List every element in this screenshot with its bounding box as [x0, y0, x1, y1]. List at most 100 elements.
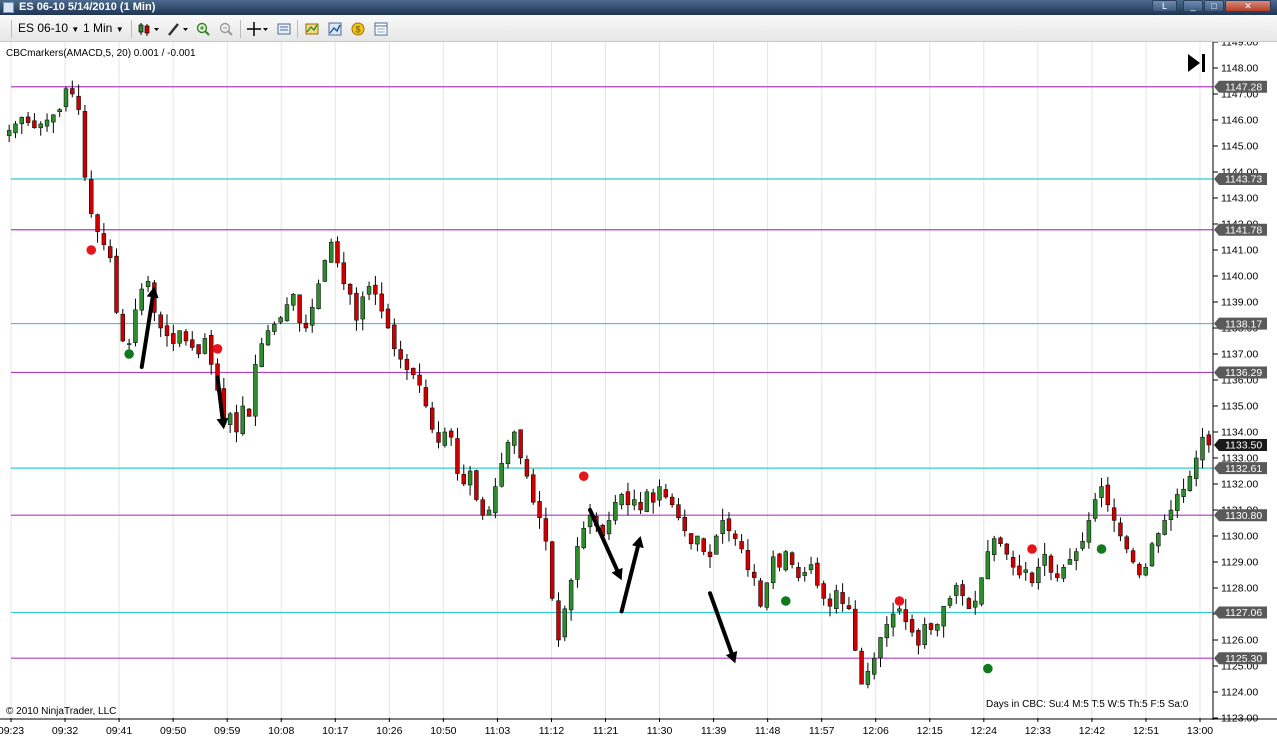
up-candle: [613, 501, 618, 521]
up-candle: [606, 520, 612, 535]
up-candle: [322, 260, 328, 282]
down-candle: [70, 88, 75, 95]
up-candle: [360, 296, 365, 320]
down-candle: [821, 583, 826, 599]
down-candle: [379, 293, 384, 312]
down-candle: [429, 407, 435, 430]
down-candle: [682, 516, 687, 532]
down-candle: [663, 489, 669, 498]
up-candle: [720, 520, 725, 535]
down-candle: [209, 334, 214, 365]
crosshair-icon[interactable]: [246, 21, 270, 37]
down-candle: [1048, 555, 1054, 573]
price-tick-label: 1143.00: [1221, 193, 1258, 205]
time-tick-label: 12:51: [1133, 725, 1159, 737]
properties-icon[interactable]: $: [350, 21, 366, 37]
down-candle: [89, 179, 94, 214]
up-candle: [657, 486, 662, 501]
link-button[interactable]: L: [1152, 0, 1177, 12]
price-tick-label: 1149.00: [1221, 42, 1258, 49]
down-candle: [859, 650, 864, 685]
price-level-label: 1136.29: [1225, 367, 1262, 379]
down-candle: [1017, 565, 1022, 576]
down-candle: [335, 241, 340, 264]
data-box-icon[interactable]: [276, 21, 292, 37]
down-candle: [707, 551, 713, 558]
indicators-icon[interactable]: [304, 21, 320, 37]
price-level-label: 1127.06: [1225, 607, 1262, 619]
interval-selector[interactable]: 1 Min ▼: [83, 20, 124, 37]
down-candle: [739, 541, 744, 550]
down-candle: [960, 584, 965, 597]
down-candle: [436, 432, 441, 443]
price-level-label: 1130.80: [1225, 510, 1262, 522]
green-signal-dot: [1096, 544, 1107, 554]
up-candle: [177, 330, 182, 344]
price-chart[interactable]: 1123.001124.001125.001126.001127.001128.…: [0, 42, 1277, 744]
up-candle: [19, 117, 24, 125]
up-candle: [467, 470, 473, 486]
up-candle: [644, 491, 650, 512]
down-candle: [853, 608, 858, 651]
up-candle: [366, 286, 372, 295]
up-candle: [1086, 520, 1092, 543]
maximize-button[interactable]: □: [1204, 0, 1224, 12]
up-candle: [922, 624, 927, 645]
up-candle: [1074, 551, 1079, 561]
bar-type-icon[interactable]: [137, 21, 161, 37]
zoom-in-icon[interactable]: [195, 21, 211, 37]
down-candle: [745, 550, 751, 571]
price-level-label: 1132.61: [1225, 463, 1262, 475]
down-candle: [417, 374, 422, 386]
down-candle: [669, 496, 675, 506]
down-candle: [1010, 557, 1016, 568]
down-candle: [385, 308, 391, 329]
price-tick-label: 1145.00: [1221, 141, 1258, 153]
red-signal-dot: [578, 471, 589, 482]
down-candle: [120, 313, 126, 342]
chevron-down-icon: ▼: [115, 25, 124, 34]
down-candle: [1004, 543, 1009, 555]
down-candle: [411, 367, 416, 376]
close-button[interactable]: ✕: [1225, 0, 1271, 12]
down-candle: [1055, 573, 1060, 578]
window-title-bar: ES 06-10 5/14/2010 (1 Min) L _ □ ✕: [0, 0, 1277, 15]
down-candle: [549, 541, 555, 599]
down-candle: [164, 325, 170, 337]
down-candle: [676, 504, 681, 519]
down-candle: [701, 538, 706, 552]
chart-toolbar: ES 06-10 ▼ 1 Min ▼ $: [0, 15, 1277, 42]
price-level-label: 1125.30: [1225, 653, 1262, 665]
green-signal-dot: [983, 663, 993, 674]
time-tick-label: 12:42: [1079, 725, 1105, 737]
up-candle: [1187, 475, 1193, 492]
drawing-tool-icon[interactable]: [166, 21, 190, 37]
up-candle: [897, 608, 902, 612]
up-candle: [44, 119, 50, 127]
strategies-icon[interactable]: [327, 21, 343, 37]
chart-background: [0, 42, 1277, 744]
up-candle: [764, 582, 770, 608]
up-candle: [145, 280, 151, 288]
up-candle: [272, 323, 277, 332]
down-candle: [1118, 522, 1123, 537]
down-candle: [650, 492, 656, 503]
time-tick-label: 09:59: [214, 725, 240, 737]
green-signal-dot: [124, 349, 134, 359]
down-candle: [392, 324, 397, 350]
interval-label: 1 Min: [83, 21, 113, 35]
minimize-button[interactable]: _: [1183, 0, 1203, 12]
price-tick-label: 1146.00: [1221, 115, 1258, 127]
instrument-selector[interactable]: ES 06-10 ▼: [18, 20, 79, 37]
up-candle: [1036, 566, 1041, 584]
down-candle: [32, 120, 37, 129]
indicator-label: CBCmarkers(AMACD,5, 20) 0.001 / -0.001: [6, 48, 196, 59]
time-tick-label: 12:33: [1025, 725, 1051, 737]
price-tick-label: 1134.00: [1221, 427, 1258, 439]
up-candle: [871, 657, 877, 675]
price-level-label: 1147.28: [1225, 81, 1262, 93]
chart-trader-icon[interactable]: [373, 21, 389, 37]
up-candle: [714, 535, 719, 555]
up-candle: [1162, 520, 1167, 535]
zoom-out-icon[interactable]: [218, 21, 234, 37]
